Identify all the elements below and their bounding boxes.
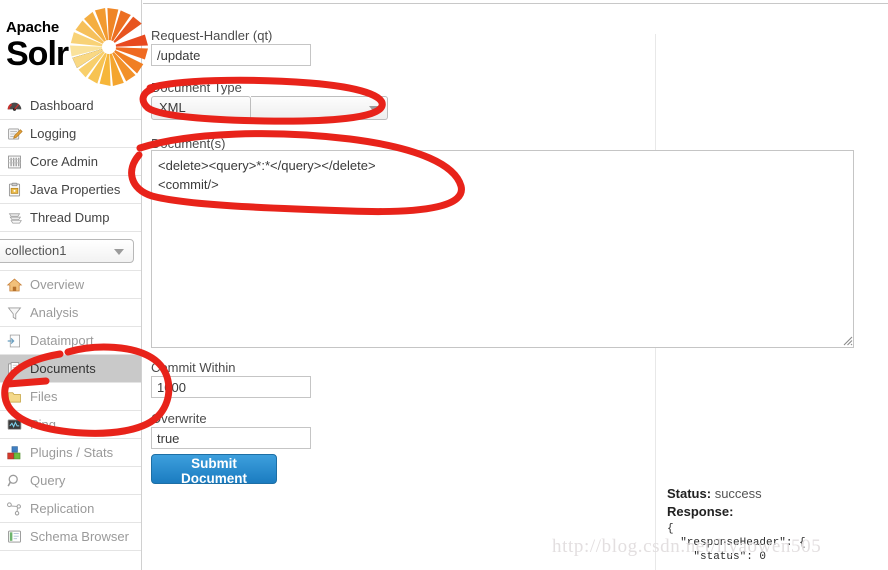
sidebar-item-label: Documents bbox=[30, 361, 96, 376]
sidebar-item-dashboard[interactable]: Dashboard bbox=[0, 92, 141, 120]
global-nav-list: Dashboard Logging Core Admin Java Proper… bbox=[0, 92, 141, 232]
logo-apache-word: Apache bbox=[6, 19, 59, 36]
sidebar-item-label: Query bbox=[30, 473, 66, 488]
submit-document-button[interactable]: Submit Document bbox=[151, 454, 277, 486]
document-type-value: XML bbox=[159, 100, 186, 115]
sidebar-item-files[interactable]: Files bbox=[0, 383, 141, 411]
schema-browser-icon bbox=[8, 530, 21, 543]
java-properties-icon bbox=[8, 182, 21, 196]
ping-monitor-icon bbox=[7, 418, 22, 430]
sidebar-item-label: Schema Browser bbox=[30, 529, 129, 544]
sidebar-item-label: Core Admin bbox=[30, 154, 98, 169]
sidebar: Apache Solr Dashboard Logging Core Admin… bbox=[0, 0, 148, 570]
sidebar-item-label: Dashboard bbox=[30, 98, 94, 113]
sidebar-item-replication[interactable]: Replication bbox=[0, 495, 141, 523]
request-handler-label: Request-Handler (qt) bbox=[151, 28, 273, 43]
home-icon bbox=[6, 278, 23, 291]
sidebar-item-label: Replication bbox=[30, 501, 95, 516]
document-type-label: Document Type bbox=[151, 80, 242, 95]
document-type-select-arrow-area[interactable] bbox=[251, 96, 388, 120]
documents-icon bbox=[8, 361, 20, 374]
sidebar-item-documents[interactable]: Documents bbox=[0, 355, 141, 383]
core-selector-value: collection1 bbox=[5, 243, 67, 258]
dataimport-icon bbox=[7, 334, 20, 347]
sidebar-item-label: Overview bbox=[30, 277, 85, 292]
core-selector[interactable]: collection1 bbox=[0, 239, 134, 263]
solr-admin-screen: Apache Solr Dashboard Logging Core Admin… bbox=[0, 0, 888, 570]
overwrite-label: Overwrite bbox=[151, 411, 207, 426]
thread-dump-icon bbox=[8, 212, 22, 223]
sidebar-item-label: Logging bbox=[30, 126, 77, 141]
sidebar-item-analysis[interactable]: Analysis bbox=[0, 299, 141, 327]
core-nav-list: Overview Analysis Dataimport Documents F… bbox=[0, 271, 141, 551]
result-panel: Status: success Response: { "responseHea… bbox=[667, 486, 887, 564]
sidebar-item-plugins-stats[interactable]: Plugins / Stats bbox=[0, 439, 141, 467]
sidebar-item-label: Files bbox=[30, 389, 58, 404]
sidebar-item-query[interactable]: Query bbox=[0, 467, 141, 495]
commit-within-input[interactable] bbox=[151, 376, 311, 398]
chevron-down-icon bbox=[369, 106, 379, 112]
documents-label: Document(s) bbox=[151, 136, 226, 151]
replication-nodes-icon bbox=[7, 501, 21, 515]
status-label: Status: bbox=[667, 486, 712, 501]
logo-solr-word: Solr bbox=[6, 35, 69, 73]
core-selector-wrap: collection1 bbox=[0, 232, 141, 271]
overwrite-input[interactable] bbox=[151, 427, 311, 449]
sidebar-item-label: Plugins / Stats bbox=[30, 445, 114, 460]
documents-panel: Request-Handler (qt) Document Type XML D… bbox=[143, 4, 888, 570]
sidebar-item-thread-dump[interactable]: Thread Dump bbox=[0, 204, 141, 232]
sidebar-item-overview[interactable]: Overview bbox=[0, 271, 141, 299]
folder-icon bbox=[8, 391, 21, 402]
sidebar-item-schema-browser[interactable]: Schema Browser bbox=[0, 523, 141, 551]
documents-textarea[interactable] bbox=[151, 150, 854, 348]
commit-within-label: Commit Within bbox=[151, 360, 236, 375]
dashboard-gauge-icon bbox=[7, 102, 22, 111]
sidebar-item-label: Java Properties bbox=[30, 182, 121, 197]
funnel-icon bbox=[7, 306, 22, 320]
sidebar-item-label: Analysis bbox=[30, 305, 79, 320]
sidebar-item-core-admin[interactable]: Core Admin bbox=[0, 148, 141, 176]
status-line: Status: success bbox=[667, 486, 887, 501]
sidebar-item-logging[interactable]: Logging bbox=[0, 120, 141, 148]
core-admin-icon bbox=[8, 155, 21, 168]
sidebar-item-ping[interactable]: Ping bbox=[0, 411, 141, 439]
sidebar-item-label: Thread Dump bbox=[30, 210, 110, 225]
solr-sunburst-logo-icon bbox=[70, 8, 148, 86]
sidebar-item-label: Dataimport bbox=[30, 333, 94, 348]
sidebar-item-dataimport[interactable]: Dataimport bbox=[0, 327, 141, 355]
solr-logo[interactable]: Apache Solr bbox=[0, 0, 148, 92]
chevron-down-icon bbox=[114, 249, 124, 255]
document-type-select[interactable]: XML bbox=[151, 96, 251, 120]
response-label: Response: bbox=[667, 504, 734, 519]
plugins-blocks-icon bbox=[7, 445, 21, 459]
logging-icon bbox=[8, 127, 23, 140]
request-handler-input[interactable] bbox=[151, 44, 311, 66]
status-value: success bbox=[714, 486, 762, 501]
solr-logo-text: Apache Solr bbox=[6, 19, 69, 73]
response-body: { "responseHeader": { "status": 0 bbox=[667, 523, 806, 563]
sidebar-item-java-properties[interactable]: Java Properties bbox=[0, 176, 141, 204]
magnifier-icon bbox=[7, 474, 18, 486]
response-line: Response: bbox=[667, 504, 887, 519]
sidebar-item-label: Ping bbox=[30, 417, 57, 432]
